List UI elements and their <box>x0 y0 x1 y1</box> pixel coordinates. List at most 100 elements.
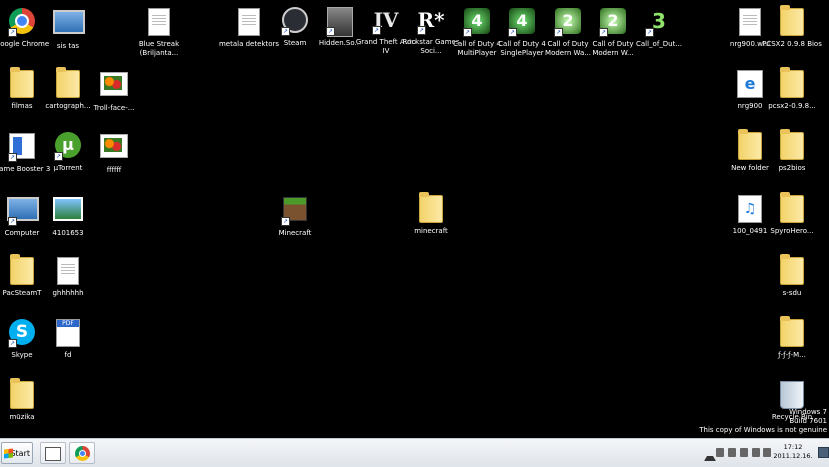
desktop-icon[interactable]: Blue Streak (Briljanta... <box>128 6 190 57</box>
desktop-icon-image <box>53 197 83 227</box>
flag-icon[interactable] <box>716 448 724 457</box>
shortcut-arrow-icon: ↗ <box>54 152 63 161</box>
shortcut-arrow-icon: ↗ <box>8 28 17 37</box>
desktop[interactable]: ↗ Google Chrome sis tas Blue Streak (Brilja… <box>0 0 829 438</box>
network-icon[interactable] <box>728 448 736 457</box>
desktop-icon-image: ↗ <box>7 133 37 163</box>
desktop-icon-image: R* ↗ <box>416 6 446 36</box>
start-label: Start <box>10 449 30 458</box>
watermark-line-1: Windows 7 <box>789 408 827 416</box>
folder-icon <box>780 316 804 347</box>
desktop-icon[interactable]: Troll-face-... <box>83 68 145 113</box>
document-icon <box>238 8 260 36</box>
desktop-icon-image <box>53 67 83 100</box>
start-button[interactable]: Start <box>1 442 33 464</box>
shortcut-arrow-icon: ↗ <box>326 27 335 36</box>
desktop-icon-image <box>53 319 83 349</box>
desktop-icon-image: 2 ↗ <box>598 8 628 38</box>
desktop-icon-image <box>7 67 37 100</box>
desktop-icon[interactable]: SpyroHero... <box>761 192 823 236</box>
folder-icon <box>780 254 804 285</box>
desktop-icon-image <box>777 5 807 38</box>
image-file-icon <box>100 134 128 158</box>
folder-icon <box>780 192 804 223</box>
desktop-icon-image: ↗ <box>280 7 310 37</box>
desktop-icon[interactable]: fd <box>37 317 99 360</box>
desktop-icon-image <box>777 254 807 287</box>
shortcut-arrow-icon: ↗ <box>599 28 608 37</box>
desktop-icon[interactable]: pcsx2-0.9.8... <box>761 67 823 111</box>
desktop-icon-image: 2 ↗ <box>553 8 583 38</box>
folder-icon <box>10 378 34 409</box>
show-desktop-button[interactable] <box>818 447 829 458</box>
windows-logo-icon <box>4 448 13 459</box>
desktop-icon[interactable]: 3 ↗ Call_of_Dut... <box>628 6 690 49</box>
desktop-icon-label: 4101653 <box>52 229 84 237</box>
desktop-icon-image: 4 ↗ <box>507 8 537 38</box>
audio-file-icon: ♫ <box>738 195 762 223</box>
desktop-icon[interactable]: 4101653 <box>37 193 99 238</box>
desktop-icon-image <box>416 192 446 225</box>
windows-watermark: Windows 7 Build 7601 This copy of Window… <box>699 408 827 435</box>
desktop-icon-image <box>7 254 37 287</box>
desktop-icon-label: ffffff <box>106 166 122 174</box>
desktop-icon-label: ghhhhhh <box>52 289 84 297</box>
desktop-icon-label: pcsx2-0.9.8... <box>768 102 816 110</box>
shortcut-arrow-icon: ↗ <box>508 28 517 37</box>
tray-app-icon[interactable] <box>752 448 760 457</box>
desktop-icon[interactable]: s-sdu <box>761 254 823 298</box>
app-window-icon <box>45 447 61 461</box>
desktop-icon-label: minecraft <box>414 227 448 235</box>
taskbar: Start 17:12 2011.12.16. <box>0 438 829 467</box>
desktop-icon-image: 3 ↗ <box>644 8 674 38</box>
shortcut-arrow-icon: ↗ <box>417 26 426 35</box>
chrome-icon <box>74 446 90 461</box>
desktop-icon-label: s-sdu <box>782 289 802 297</box>
desktop-icon[interactable]: ↗ Minecraft <box>264 193 326 238</box>
desktop-icon-image: ↗ <box>280 197 310 227</box>
folder-icon <box>56 67 80 98</box>
desktop-icon[interactable]: ffffff <box>83 130 145 175</box>
folder-icon <box>780 67 804 98</box>
desktop-icon[interactable]: sis tas <box>37 6 99 51</box>
shortcut-arrow-icon: ↗ <box>8 153 17 162</box>
show-hidden-icons-icon[interactable] <box>704 450 716 461</box>
folder-icon <box>10 254 34 285</box>
ie-file-icon: e <box>737 70 763 98</box>
desktop-icon[interactable]: ps2bios <box>761 129 823 173</box>
monitor-icon <box>53 10 85 34</box>
desktop-icon-label: SpyroHero... <box>770 227 814 235</box>
desktop-icon[interactable]: minecraft <box>400 192 462 236</box>
folder-icon <box>780 5 804 36</box>
taskbar-chrome-button[interactable] <box>69 442 95 464</box>
desktop-icon-image <box>777 381 807 411</box>
video-file-icon <box>148 8 170 36</box>
desktop-icon[interactable]: mūzika <box>0 378 53 422</box>
taskbar-app-button[interactable] <box>40 442 66 464</box>
desktop-icon-image <box>144 8 174 38</box>
folder-icon <box>10 67 34 98</box>
image-file-icon <box>100 72 128 96</box>
desktop-icon-label: Call_of_Dut... <box>635 40 683 48</box>
desktop-icon-image <box>777 67 807 100</box>
desktop-icon-label: ps2bios <box>778 164 806 172</box>
shortcut-arrow-icon: ↗ <box>372 26 381 35</box>
shortcut-arrow-icon: ↗ <box>8 217 17 226</box>
desktop-icon-image <box>53 10 85 40</box>
desktop-icon[interactable]: PCSX2 0.9.8 Bios <box>761 5 823 49</box>
recycle-bin-icon <box>780 381 804 409</box>
desktop-icon-image <box>777 192 807 225</box>
desktop-icon[interactable]: ghhhhhh <box>37 255 99 298</box>
shortcut-arrow-icon: ↗ <box>554 28 563 37</box>
desktop-icon[interactable]: ƒ-ƒ-ƒ-M... <box>761 316 823 360</box>
document-icon <box>57 257 79 285</box>
shortcut-arrow-icon: ↗ <box>645 28 654 37</box>
taskbar-clock[interactable]: 17:12 2011.12.16. <box>770 443 816 461</box>
desktop-icon-image: IV ↗ <box>371 6 401 36</box>
desktop-icon-label: mūzika <box>9 413 35 421</box>
shortcut-arrow-icon: ↗ <box>463 28 472 37</box>
desktop-icon-image: 4 ↗ <box>462 8 492 38</box>
desktop-icon-image <box>99 134 129 164</box>
volume-icon[interactable] <box>740 448 748 457</box>
desktop-icon-image <box>777 129 807 162</box>
